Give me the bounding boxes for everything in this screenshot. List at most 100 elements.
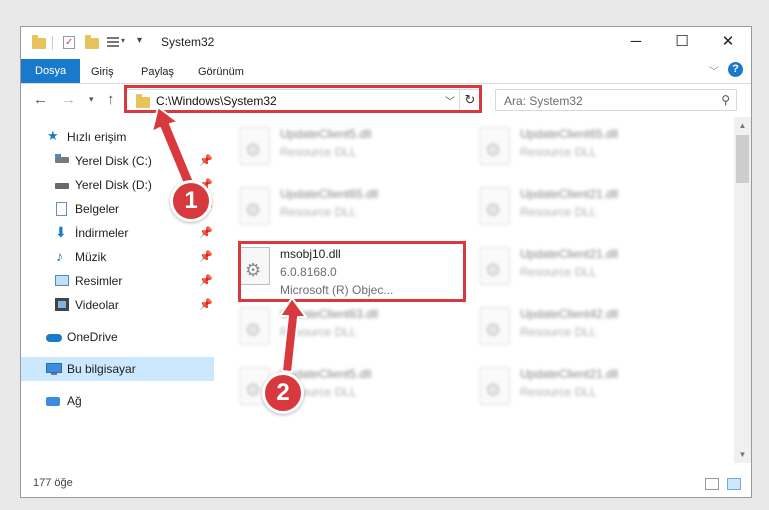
sidebar-item-label: Hızlı erişim — [67, 130, 127, 144]
window-title: System32 — [161, 35, 215, 49]
maximize-button[interactable]: ☐ — [659, 27, 705, 59]
scroll-up-icon[interactable]: ▲ — [734, 121, 751, 130]
file-description: Resource DLL — [280, 205, 357, 219]
sidebar-item-label: Belgeler — [75, 202, 120, 216]
file-name: UpdateClient42.dll — [520, 307, 619, 321]
dll-file-icon — [480, 127, 510, 165]
list-item[interactable]: UpdateClient21.dll Resource DLL — [472, 361, 696, 421]
scrollbar-thumb[interactable] — [736, 135, 749, 183]
sidebar-item-label: Müzik — [75, 250, 107, 264]
sidebar-item-this-pc[interactable]: Bu bilgisayar — [21, 357, 214, 381]
file-name: UpdateClient65.dll — [520, 127, 619, 141]
ribbon: Dosya Giriş Paylaş Görünüm ﹀ ? — [21, 59, 751, 83]
back-arrow-icon[interactable]: ← — [33, 91, 48, 108]
vertical-scrollbar[interactable]: ▲ ▼ — [734, 117, 751, 463]
help-icon[interactable]: ? — [728, 62, 743, 77]
search-input[interactable] — [502, 93, 706, 109]
sidebar-item-label: Videolar — [75, 298, 119, 312]
file-description: Resource DLL — [280, 325, 357, 339]
sidebar-item-label: Bu bilgisayar — [67, 362, 136, 376]
pin-icon[interactable]: 📌 — [199, 274, 213, 287]
pin-icon[interactable]: 📌 — [199, 226, 213, 239]
pictures-icon — [55, 274, 70, 288]
step-1-badge: 1 — [170, 180, 212, 222]
toolbar-dropdown-icon[interactable]: ▾ — [137, 35, 142, 46]
item-count: 177 öğe — [33, 477, 73, 489]
sidebar-item-onedrive[interactable]: OneDrive — [21, 325, 214, 349]
list-item[interactable]: UpdateClient65.dll Resource DLL — [232, 181, 456, 241]
list-item[interactable]: UpdateClient5.dll Resource DLL — [232, 121, 456, 181]
sidebar-item-label: Resimler — [75, 274, 123, 288]
file-name: UpdateClient21.dll — [520, 187, 619, 201]
sidebar-item-drive-c[interactable]: Yerel Disk (C:) 📌 — [21, 149, 214, 173]
file-name: UpdateClient21.dll — [520, 367, 619, 381]
list-item[interactable]: UpdateClient21.dll Resource DLL — [472, 181, 696, 241]
list-item[interactable]: UpdateClient21.dll Resource DLL — [472, 241, 696, 301]
file-name: UpdateClient65.dll — [280, 187, 379, 201]
search-icon[interactable]: ⚲ — [721, 93, 730, 107]
star-icon: ★ — [47, 128, 59, 143]
dll-file-icon — [480, 367, 510, 405]
file-name: UpdateClient21.dll — [520, 247, 619, 261]
tab-file[interactable]: Dosya — [21, 59, 81, 83]
dll-file-icon — [480, 307, 510, 345]
dll-file-icon — [480, 247, 510, 285]
expand-ribbon-icon[interactable]: ﹀ — [709, 63, 719, 78]
sidebar-item-downloads[interactable]: ⬇ İndirmeler 📌 — [21, 221, 214, 245]
dll-file-icon — [480, 187, 510, 225]
videos-icon — [55, 298, 70, 312]
drive-icon — [55, 154, 70, 168]
properties-icon[interactable]: ✓ — [61, 34, 77, 52]
tab-view[interactable]: Görünüm — [192, 62, 250, 82]
pin-icon[interactable]: 📌 — [199, 298, 213, 311]
forward-arrow-icon[interactable]: → — [61, 91, 76, 108]
close-button[interactable]: ✕ — [705, 27, 751, 59]
tab-share[interactable]: Paylaş — [135, 62, 180, 82]
dll-file-icon — [240, 127, 270, 165]
list-item[interactable]: UpdateClient42.dll Resource DLL — [472, 301, 696, 361]
step-2-badge: 2 — [262, 372, 304, 414]
file-highlight — [238, 241, 466, 302]
sidebar-item-videos[interactable]: Videolar 📌 — [21, 293, 214, 317]
minimize-button[interactable]: ─ — [613, 27, 659, 59]
sidebar-item-label: Yerel Disk (D:) — [75, 178, 152, 192]
up-arrow-icon[interactable]: ↑ — [107, 91, 115, 108]
file-description: Resource DLL — [520, 145, 597, 159]
sidebar-item-pictures[interactable]: Resimler 📌 — [21, 269, 214, 293]
title-bar: ✓ ▾ ▾ System32 ─ ☐ ✕ — [21, 27, 751, 59]
navigation-pane: ★ Hızlı erişim Yerel Disk (C:) 📌 Yerel D… — [21, 117, 214, 463]
file-name: UpdateClient5.dll — [280, 127, 372, 141]
search-box[interactable]: ⚲ — [495, 89, 737, 111]
pin-icon[interactable]: 📌 — [199, 250, 213, 263]
sidebar-item-label: Yerel Disk (C:) — [75, 154, 152, 168]
sidebar-item-label: OneDrive — [67, 330, 118, 344]
sidebar-item-label: İndirmeler — [75, 226, 129, 240]
recent-locations-icon[interactable]: ▾ — [89, 94, 94, 105]
status-bar: 177 öğe — [21, 473, 751, 497]
list-item[interactable]: UpdateClient63.dll Resource DLL — [232, 301, 456, 361]
sidebar-item-music[interactable]: ♪ Müzik 📌 — [21, 245, 214, 269]
documents-icon — [56, 202, 71, 216]
file-description: Resource DLL — [280, 145, 357, 159]
pin-icon[interactable]: 📌 — [199, 154, 213, 167]
sidebar-item-label: Ağ — [67, 394, 82, 408]
computer-icon — [46, 362, 62, 376]
scroll-down-icon[interactable]: ▼ — [734, 450, 751, 459]
details-view-icon[interactable] — [705, 478, 719, 490]
file-description: Resource DLL — [520, 385, 597, 399]
sidebar-item-network[interactable]: Ağ — [21, 389, 214, 413]
file-description: Resource DLL — [520, 205, 597, 219]
tab-home[interactable]: Giriş — [85, 62, 120, 82]
folder-icon — [31, 34, 47, 52]
address-highlight — [124, 85, 482, 113]
large-icons-view-icon[interactable] — [727, 478, 741, 490]
file-name: UpdateClient63.dll — [280, 307, 379, 321]
sidebar-item-quick-access[interactable]: ★ Hızlı erişim — [21, 125, 214, 149]
new-folder-icon[interactable] — [84, 34, 100, 52]
customize-toolbar-icon[interactable]: ▾ — [107, 34, 129, 52]
file-description: Resource DLL — [520, 325, 597, 339]
drive-icon — [55, 178, 70, 192]
file-description: Resource DLL — [520, 265, 597, 279]
list-item[interactable]: UpdateClient65.dll Resource DLL — [472, 121, 696, 181]
network-icon — [46, 394, 61, 408]
